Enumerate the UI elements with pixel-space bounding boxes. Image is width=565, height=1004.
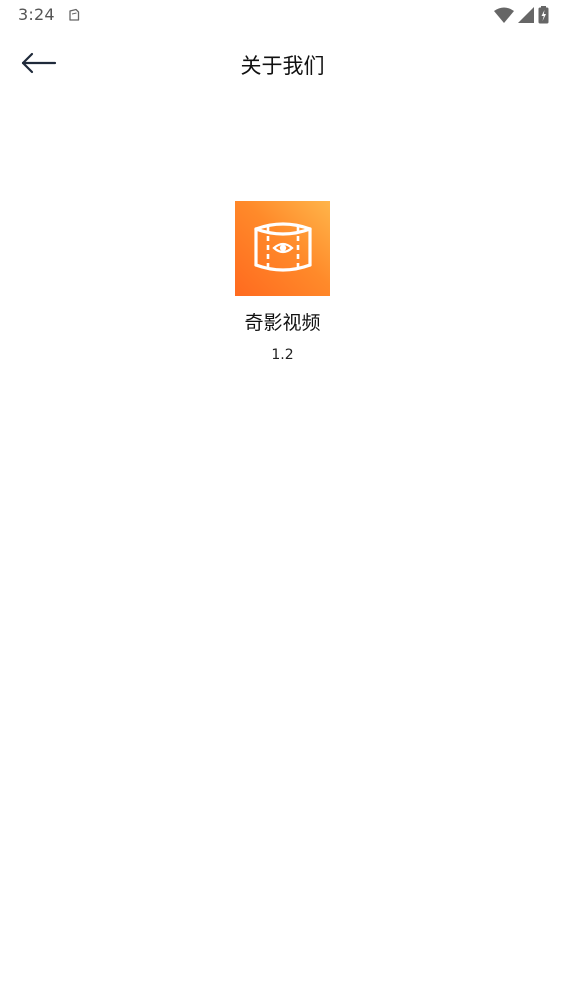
app-bar: 关于我们 (0, 36, 565, 94)
video-360-eye-icon (248, 217, 318, 281)
about-section: 奇影视频 1.2 (0, 201, 565, 363)
status-icons (494, 6, 549, 28)
battery-icon (538, 6, 549, 28)
signal-icon (518, 7, 534, 27)
notification-icon (67, 7, 81, 26)
app-version: 1.2 (271, 347, 294, 363)
status-bar: 3:24 (0, 0, 565, 30)
app-logo (235, 201, 330, 296)
app-name: 奇影视频 (244, 312, 321, 334)
wifi-icon (494, 7, 514, 27)
status-time: 3:24 (18, 5, 55, 24)
page-title: 关于我们 (240, 54, 325, 78)
